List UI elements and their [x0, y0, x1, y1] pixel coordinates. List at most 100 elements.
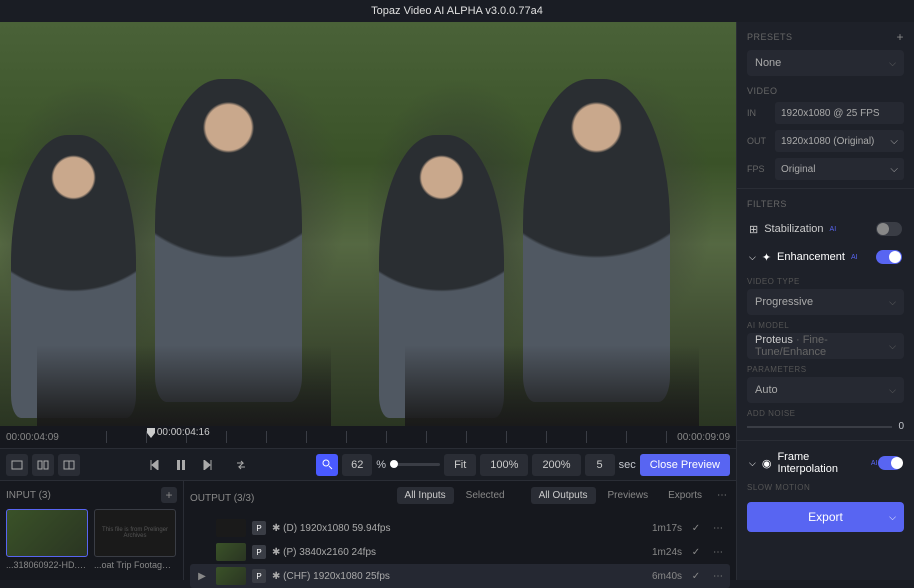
- filter-tab-selected[interactable]: Selected: [458, 487, 513, 504]
- chevron-down-icon: ⌵: [889, 341, 896, 352]
- parameters-dropdown[interactable]: Auto⌵: [747, 377, 904, 403]
- compare-icon: [63, 460, 75, 470]
- skip-forward-icon: [202, 460, 212, 470]
- input-header: INPUT (3): [6, 490, 51, 501]
- add-noise-slider[interactable]: [747, 426, 892, 428]
- view-split-button[interactable]: [32, 454, 54, 476]
- ai-model-dropdown[interactable]: Proteus · Fine-Tune/Enhance⌵: [747, 333, 904, 359]
- next-frame-button[interactable]: [196, 454, 218, 476]
- filter-tab-all-inputs[interactable]: All Inputs: [397, 487, 454, 504]
- enhancement-toggle[interactable]: [876, 250, 902, 264]
- video-type-dropdown[interactable]: Progressive⌵: [747, 289, 904, 315]
- chevron-down-icon: ⌵: [889, 297, 896, 308]
- playhead[interactable]: 00:00:04:16: [147, 427, 210, 438]
- ai-model-label: AI MODEL: [747, 321, 904, 330]
- input-thumb-label: ...318060922-HD.mov: [6, 560, 88, 570]
- filter-tab-exports[interactable]: Exports: [660, 487, 710, 504]
- input-panel: INPUT (3) + ...318060922-HD.mov This file…: [0, 481, 184, 580]
- output-panel: OUTPUT (3/3) All InputsSelected All Outpu…: [184, 481, 736, 580]
- output-thumb: [216, 519, 246, 537]
- fps-dropdown[interactable]: Original⌵: [775, 158, 904, 180]
- out-dropdown[interactable]: 1920x1080 (Original)⌵: [775, 130, 904, 152]
- input-thumb[interactable]: This file is from Prelinger Archives ...o…: [94, 509, 176, 570]
- fit-button[interactable]: Fit: [444, 454, 476, 476]
- output-check-button[interactable]: ✓: [688, 568, 704, 584]
- title-bar: Topaz Video AI ALPHA v3.0.0.77a4: [0, 0, 914, 22]
- output-check-button[interactable]: ✓: [688, 520, 704, 536]
- chevron-down-icon: ⌵: [889, 385, 896, 396]
- preview-processed: [368, 22, 736, 426]
- chevron-down-icon: ⌵: [889, 58, 896, 69]
- close-preview-button[interactable]: Close Preview: [640, 454, 730, 476]
- stabilization-toggle[interactable]: [876, 222, 902, 236]
- search-icon: [322, 459, 333, 470]
- timeline-ruler[interactable]: 00:00:04:16: [67, 431, 677, 443]
- time-end: 00:00:09:09: [677, 432, 730, 443]
- add-noise-label: ADD NOISE: [747, 409, 904, 418]
- sparkle-icon: ✦: [762, 251, 771, 264]
- output-thumb: [216, 567, 246, 585]
- stabilization-filter[interactable]: ⊞StabilizationAI: [747, 215, 904, 243]
- filters-label: FILTERS: [747, 199, 904, 209]
- seconds-input[interactable]: [585, 454, 615, 476]
- output-menu-button[interactable]: ⋯: [714, 488, 730, 504]
- play-icon: ▶: [194, 568, 210, 584]
- output-check-button[interactable]: ✓: [688, 544, 704, 560]
- zoom-slider[interactable]: [390, 463, 440, 466]
- output-row[interactable]: P✱ (P) 3840x2160 24fps1m24s✓⋯: [190, 540, 730, 564]
- out-label: OUT: [747, 136, 769, 146]
- filter-tab-all-outputs[interactable]: All Outputs: [531, 487, 596, 504]
- presets-dropdown[interactable]: None⌵: [747, 50, 904, 76]
- frames-icon: ◉: [762, 457, 772, 470]
- output-header: OUTPUT (3/3): [190, 493, 254, 504]
- output-more-button[interactable]: ⋯: [710, 568, 726, 584]
- settings-panel: PRESETS + None⌵ VIDEO IN 1920x1080 @ 25 …: [736, 22, 914, 580]
- add-input-button[interactable]: +: [161, 487, 177, 503]
- play-pause-button[interactable]: [170, 454, 192, 476]
- in-label: IN: [747, 108, 769, 118]
- zoom-input[interactable]: [342, 454, 372, 476]
- chevron-down-icon: ⌵: [890, 164, 898, 175]
- presets-label: PRESETS: [747, 32, 793, 42]
- view-compare-button[interactable]: [58, 454, 80, 476]
- output-row[interactable]: P✱ (D) 1920x1080 59.94fps1m17s✓⋯: [190, 516, 730, 540]
- output-more-button[interactable]: ⋯: [710, 544, 726, 560]
- split-icon: [37, 460, 49, 470]
- input-thumb-image: [6, 509, 88, 557]
- prev-frame-button[interactable]: [144, 454, 166, 476]
- frame-interpolation-toggle[interactable]: [878, 456, 902, 470]
- input-thumb-image: This file is from Prelinger Archives: [94, 509, 176, 557]
- view-single-button[interactable]: [6, 454, 28, 476]
- seconds-unit: sec: [619, 459, 636, 471]
- timeline[interactable]: 00:00:04:09 00:00:04:16 00:00:09:09: [0, 426, 736, 448]
- chevron-down-icon: ⌵: [749, 458, 756, 469]
- input-thumb-label: ...oat Trip Footage.mp4: [94, 560, 176, 570]
- square-icon: [11, 460, 23, 470]
- frame-interpolation-filter[interactable]: ⌵◉Frame InterpolationAI: [747, 449, 904, 477]
- chevron-down-icon: ⌵: [749, 252, 756, 263]
- video-type-label: VIDEO TYPE: [747, 277, 904, 286]
- chevron-down-icon: ⌵: [889, 512, 896, 523]
- loop-button[interactable]: [230, 454, 252, 476]
- add-preset-button[interactable]: +: [896, 30, 904, 44]
- output-info: ✱ (P) 3840x2160 24fps: [272, 547, 646, 558]
- preview-original: [0, 22, 368, 426]
- zoom-200-button[interactable]: 200%: [532, 454, 580, 476]
- playhead-icon: [147, 428, 155, 438]
- zoom-unit: %: [376, 459, 386, 471]
- filter-tab-previews[interactable]: Previews: [600, 487, 657, 504]
- output-more-button[interactable]: ⋯: [710, 520, 726, 536]
- output-row[interactable]: ▶P✱ (CHF) 1920x1080 25fps6m40s✓⋯: [190, 564, 730, 588]
- chevron-down-icon: ⌵: [890, 136, 898, 147]
- export-button[interactable]: Export ⌵: [747, 502, 904, 532]
- output-info: ✱ (D) 1920x1080 59.94fps: [272, 523, 646, 534]
- preview-badge: P: [252, 521, 266, 535]
- zoom-100-button[interactable]: 100%: [480, 454, 528, 476]
- stabilization-icon: ⊞: [749, 223, 758, 236]
- enhancement-filter[interactable]: ⌵✦EnhancementAI: [747, 243, 904, 271]
- preview-area[interactable]: [0, 22, 736, 426]
- loop-icon: [235, 460, 247, 470]
- fps-label: FPS: [747, 164, 769, 174]
- zoom-button[interactable]: [316, 454, 338, 476]
- input-thumb[interactable]: ...318060922-HD.mov: [6, 509, 88, 570]
